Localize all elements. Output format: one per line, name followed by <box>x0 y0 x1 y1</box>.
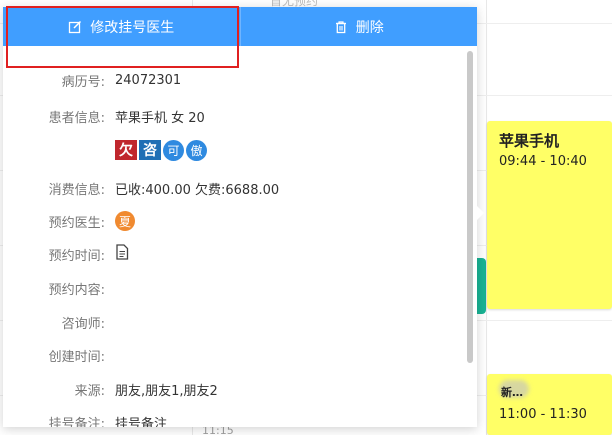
detail-row: 来源: 朋友,朋友1,朋友2 <box>3 378 218 400</box>
patient-value: 苹果手机 女 20 <box>115 110 205 126</box>
time-value <box>115 244 129 264</box>
document-icon[interactable] <box>115 244 129 260</box>
source-value: 朋友,朋友1,朋友2 <box>115 383 218 399</box>
detail-row: 病历号: 24072301 <box>3 69 182 91</box>
doctor-badge[interactable]: 夏 <box>115 211 135 231</box>
allowed-badge[interactable]: 可 <box>163 140 184 161</box>
appointment-name: 新… <box>501 386 523 399</box>
detail-row: 创建时间: <box>3 344 105 366</box>
edit-doctor-label: 修改挂号医生 <box>90 19 175 36</box>
calendar-stage: 首无预约 11:15 苹果手机 09:44 - 10:40 新… 11:00 -… <box>0 0 612 435</box>
consult-badge[interactable]: 咨 <box>139 140 161 160</box>
popup-content: 病历号: 24072301 患者信息: 苹果手机 女 20 欠 咨 可 傲 消费… <box>3 46 477 428</box>
record-no-label: 病历号: <box>61 74 105 90</box>
detail-row: 咨询师: <box>3 311 105 333</box>
appointment-time: 09:44 - 10:40 <box>499 154 587 169</box>
detail-row: 预约内容: <box>3 277 105 299</box>
remark-label: 挂号备注: <box>48 416 105 428</box>
detail-row: 患者信息: 苹果手机 女 20 <box>3 105 205 127</box>
appointment-time: 11:00 - 11:30 <box>499 407 587 422</box>
patient-badges: 欠 咨 可 傲 <box>115 140 207 161</box>
source-label: 来源: <box>74 383 105 399</box>
created-label: 创建时间: <box>48 349 105 365</box>
popup-caret <box>477 206 484 220</box>
trash-icon <box>335 20 346 33</box>
consultant-label: 咨询师: <box>61 316 105 332</box>
consumption-value: 已收:400.00 欠费:6688.00 <box>115 182 280 198</box>
appointment-card[interactable]: 新… 11:00 - 11:30 <box>487 374 612 435</box>
content-label: 预约内容: <box>48 282 105 298</box>
appointment-name: 苹果手机 <box>499 132 560 150</box>
detail-row: 挂号备注: 挂号备注 <box>3 411 168 428</box>
appointment-card[interactable]: 苹果手机 09:44 - 10:40 <box>487 121 612 309</box>
owe-badge[interactable]: 欠 <box>115 140 137 160</box>
doctor-value: 夏 <box>115 211 135 231</box>
time-label: 预约时间: <box>48 248 105 264</box>
doctor-label: 预约医生: <box>48 215 105 231</box>
edit-doctor-button[interactable]: 修改挂号医生 <box>3 7 240 46</box>
popup-toolbar: 修改挂号医生 删除 <box>3 7 477 46</box>
delete-button[interactable]: 删除 <box>239 7 478 46</box>
appointment-tab[interactable] <box>476 258 486 314</box>
edit-icon <box>69 20 82 33</box>
detail-row: 预约时间: <box>3 243 129 265</box>
patient-label: 患者信息: <box>48 110 105 126</box>
record-no-value: 24072301 <box>115 72 182 88</box>
detail-row: 消费信息: 已收:400.00 欠费:6688.00 <box>3 177 280 199</box>
delete-label: 删除 <box>355 19 384 36</box>
remark-value: 挂号备注 <box>115 416 168 428</box>
proud-badge[interactable]: 傲 <box>186 140 207 161</box>
consumption-label: 消费信息: <box>48 182 105 198</box>
popup-scrollbar[interactable] <box>467 51 473 363</box>
appointment-popup: 修改挂号医生 删除 病历号: 24072301 患者信息: 苹果手机 女 20 <box>3 7 477 427</box>
detail-row: 预约医生: 夏 <box>3 210 135 232</box>
